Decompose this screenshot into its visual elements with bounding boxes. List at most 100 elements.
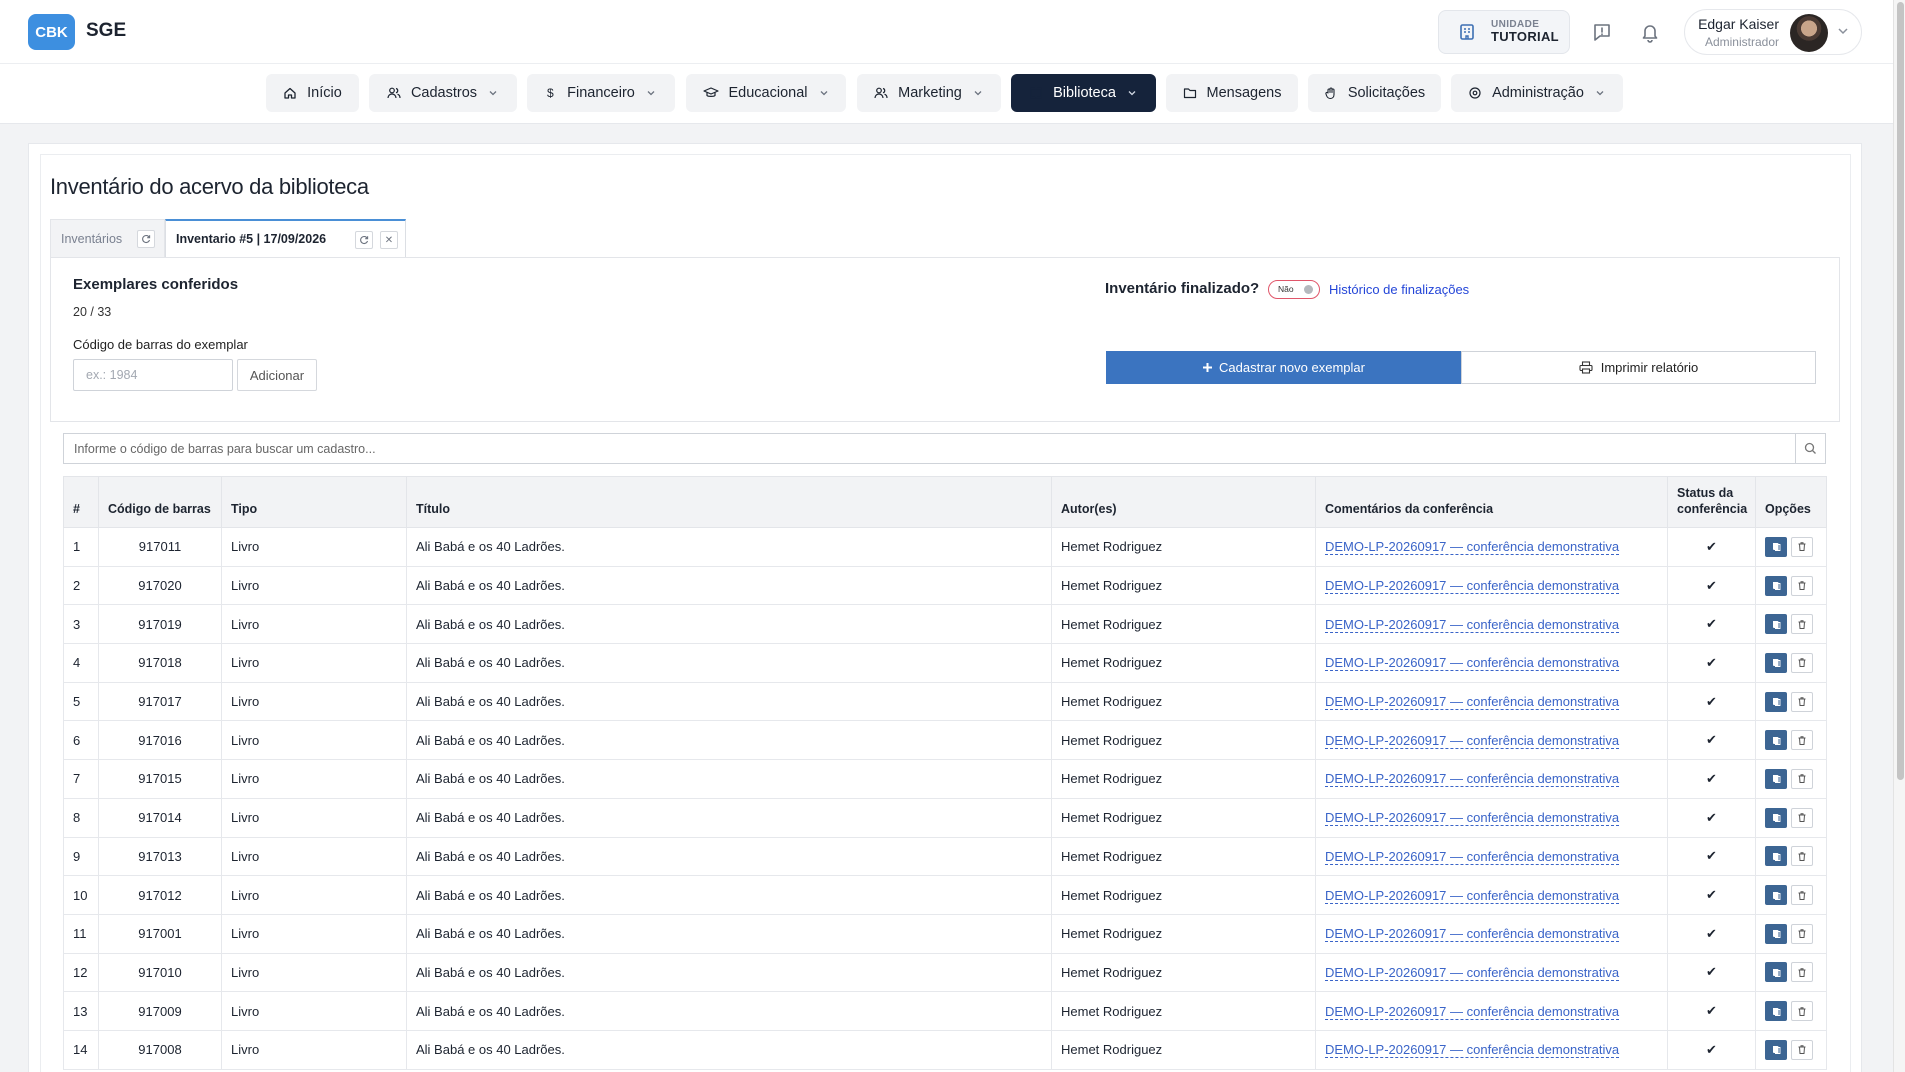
trash-icon[interactable] bbox=[1791, 923, 1813, 944]
trash-icon[interactable] bbox=[1791, 1001, 1813, 1022]
trash-icon[interactable] bbox=[1791, 768, 1813, 789]
table-row[interactable]: 8 917014 Livro Ali Babá e os 40 Ladrões. Hem… bbox=[63, 797, 1827, 838]
nav-item-mensagens[interactable]: Mensagens bbox=[1166, 74, 1298, 112]
nav-item-administracao[interactable]: Administração bbox=[1451, 74, 1623, 112]
bell-icon[interactable] bbox=[1637, 19, 1663, 45]
trash-icon[interactable] bbox=[1791, 1039, 1813, 1060]
edit-book-icon[interactable] bbox=[1765, 730, 1787, 751]
table-row[interactable]: 7 917015 Livro Ali Babá e os 40 Ladrões. Hem… bbox=[63, 759, 1827, 799]
unit-selector[interactable]: UNIDADE TUTORIAL bbox=[1438, 10, 1570, 54]
row-comment-link[interactable]: DEMO-LP-20260917 — conferência demonstra… bbox=[1325, 848, 1620, 865]
trash-icon[interactable] bbox=[1791, 962, 1813, 983]
trash-icon[interactable] bbox=[1791, 807, 1813, 828]
edit-book-icon[interactable] bbox=[1765, 652, 1787, 673]
edit-book-icon[interactable] bbox=[1765, 691, 1787, 712]
check-icon: ✔ bbox=[1706, 577, 1717, 593]
trash-icon[interactable] bbox=[1791, 536, 1813, 557]
table-row[interactable]: 3 917019 Livro Ali Babá e os 40 Ladrões. Hem… bbox=[63, 604, 1827, 645]
table-row[interactable]: 10 917012 Livro Ali Babá e os 40 Ladrões. He… bbox=[63, 875, 1827, 915]
logo-text[interactable]: SGE bbox=[86, 20, 126, 42]
row-comment-link[interactable]: DEMO-LP-20260917 — conferência demonstra… bbox=[1325, 887, 1620, 904]
trash-icon[interactable] bbox=[1791, 691, 1813, 712]
row-comment-link[interactable]: DEMO-LP-20260917 — conferência demonstra… bbox=[1325, 1042, 1620, 1059]
nav-item-marketing[interactable]: Marketing bbox=[857, 74, 1001, 112]
edit-book-icon[interactable] bbox=[1765, 807, 1787, 828]
search-input[interactable] bbox=[64, 434, 1797, 463]
edit-book-icon[interactable] bbox=[1765, 962, 1787, 983]
edit-book-icon[interactable] bbox=[1765, 846, 1787, 867]
row-comment-link[interactable]: DEMO-LP-20260917 — conferência demonstra… bbox=[1325, 771, 1620, 788]
trash-icon[interactable] bbox=[1791, 846, 1813, 867]
page-scrollbar[interactable] bbox=[1893, 0, 1905, 1072]
edit-book-icon[interactable] bbox=[1765, 1001, 1787, 1022]
trash-icon[interactable] bbox=[1791, 730, 1813, 751]
history-link[interactable]: Histórico de finalizações bbox=[1329, 282, 1469, 297]
nav-item-biblioteca[interactable]: Biblioteca bbox=[1011, 74, 1156, 112]
col-header-authors[interactable]: Autor(es) bbox=[1051, 476, 1316, 528]
finalized-toggle[interactable]: Não bbox=[1268, 280, 1320, 299]
table-row[interactable]: 9 917013 Livro Ali Babá e os 40 Ladrões. Hem… bbox=[63, 836, 1827, 877]
col-header-code[interactable]: Código de barras bbox=[98, 476, 222, 528]
row-comment-link[interactable]: DEMO-LP-20260917 — conferência demonstra… bbox=[1325, 926, 1620, 943]
check-icon: ✔ bbox=[1706, 1003, 1717, 1019]
nav-item-financeiro[interactable]: $ Financeiro bbox=[527, 74, 675, 112]
row-comment-link[interactable]: DEMO-LP-20260917 — conferência demonstra… bbox=[1325, 732, 1620, 749]
col-header-title[interactable]: Título bbox=[406, 476, 1052, 528]
refresh-icon[interactable] bbox=[355, 231, 373, 249]
edit-book-icon[interactable] bbox=[1765, 614, 1787, 635]
table-row[interactable]: 13 917009 Livro Ali Babá e os 40 Ladrões. He… bbox=[63, 991, 1827, 1031]
table-row[interactable]: 6 917016 Livro Ali Babá e os 40 Ladrões. Hem… bbox=[63, 720, 1827, 761]
table-row[interactable]: 14 917008 Livro Ali Babá e os 40 Ladrões. He… bbox=[63, 1029, 1827, 1070]
chat-icon[interactable] bbox=[1589, 19, 1615, 45]
nav-item-inicio[interactable]: Início bbox=[266, 74, 359, 112]
row-comment-link[interactable]: DEMO-LP-20260917 — conferência demonstra… bbox=[1325, 578, 1620, 595]
scrollbar-thumb[interactable] bbox=[1897, 2, 1904, 780]
svg-text:$: $ bbox=[547, 86, 554, 100]
row-comment-cell: DEMO-LP-20260917 — conferência demonstra… bbox=[1315, 836, 1668, 877]
logo-badge[interactable]: CBK bbox=[28, 14, 75, 50]
edit-book-icon[interactable] bbox=[1765, 923, 1787, 944]
table-row[interactable]: 2 917020 Livro Ali Babá e os 40 Ladrões. Hem… bbox=[63, 565, 1827, 606]
row-comment-link[interactable]: DEMO-LP-20260917 — conferência demonstra… bbox=[1325, 539, 1620, 556]
trash-icon[interactable] bbox=[1791, 614, 1813, 635]
edit-book-icon[interactable] bbox=[1765, 885, 1787, 906]
trash-icon[interactable] bbox=[1791, 575, 1813, 596]
row-comment-link[interactable]: DEMO-LP-20260917 — conferência demonstra… bbox=[1325, 810, 1620, 827]
tab-inventarios[interactable]: Inventários bbox=[50, 219, 165, 257]
col-header-type[interactable]: Tipo bbox=[221, 476, 407, 528]
user-menu[interactable]: Edgar Kaiser Administrador bbox=[1684, 9, 1862, 55]
print-report-button[interactable]: Imprimir relatório bbox=[1461, 351, 1816, 384]
edit-book-icon[interactable] bbox=[1765, 1039, 1787, 1060]
search-button[interactable] bbox=[1795, 434, 1825, 463]
row-comment-link[interactable]: DEMO-LP-20260917 — conferência demonstra… bbox=[1325, 964, 1620, 981]
row-comment-link[interactable]: DEMO-LP-20260917 — conferência demonstra… bbox=[1325, 616, 1620, 633]
row-comment-link[interactable]: DEMO-LP-20260917 — conferência demonstra… bbox=[1325, 1003, 1620, 1020]
trash-icon[interactable] bbox=[1791, 885, 1813, 906]
add-button[interactable]: Adicionar bbox=[237, 359, 317, 391]
edit-book-icon[interactable] bbox=[1765, 768, 1787, 789]
table-row[interactable]: 5 917017 Livro Ali Babá e os 40 Ladrões. Hem… bbox=[63, 681, 1827, 722]
col-header-comments[interactable]: Comentários da conferência bbox=[1315, 476, 1668, 528]
barcode-input[interactable] bbox=[73, 359, 233, 391]
col-header-status[interactable]: Status da conferência bbox=[1667, 476, 1756, 528]
row-comment-cell: DEMO-LP-20260917 — conferência demonstra… bbox=[1315, 604, 1668, 645]
table-row[interactable]: 4 917018 Livro Ali Babá e os 40 Ladrões. Hem… bbox=[63, 643, 1827, 683]
col-header-num[interactable]: # bbox=[63, 476, 99, 528]
nav-item-cadastros[interactable]: Cadastros bbox=[369, 74, 517, 112]
row-type: Livro bbox=[221, 604, 407, 645]
row-comment-link[interactable]: DEMO-LP-20260917 — conferência demonstra… bbox=[1325, 655, 1620, 672]
table-row[interactable]: 1 917011 Livro Ali Babá e os 40 Ladrões. Hem… bbox=[63, 527, 1827, 567]
edit-book-icon[interactable] bbox=[1765, 575, 1787, 596]
new-copy-button[interactable]: Cadastrar novo exemplar bbox=[1106, 351, 1461, 384]
trash-icon[interactable] bbox=[1791, 652, 1813, 673]
chevron-down-icon bbox=[974, 91, 982, 96]
edit-book-icon[interactable] bbox=[1765, 536, 1787, 557]
refresh-icon[interactable] bbox=[137, 230, 155, 248]
table-row[interactable]: 11 917001 Livro Ali Babá e os 40 Ladrões. He… bbox=[63, 913, 1827, 954]
tab-inventario-5[interactable]: Inventario #5 | 17/09/2026 ✕ bbox=[165, 219, 406, 257]
nav-item-solicitacoes[interactable]: Solicitações bbox=[1308, 74, 1441, 112]
close-icon[interactable]: ✕ bbox=[380, 231, 398, 249]
table-row[interactable]: 12 917010 Livro Ali Babá e os 40 Ladrões. He… bbox=[63, 952, 1827, 993]
nav-item-educacional[interactable]: Educacional bbox=[686, 74, 846, 112]
row-comment-link[interactable]: DEMO-LP-20260917 — conferência demonstra… bbox=[1325, 694, 1620, 711]
